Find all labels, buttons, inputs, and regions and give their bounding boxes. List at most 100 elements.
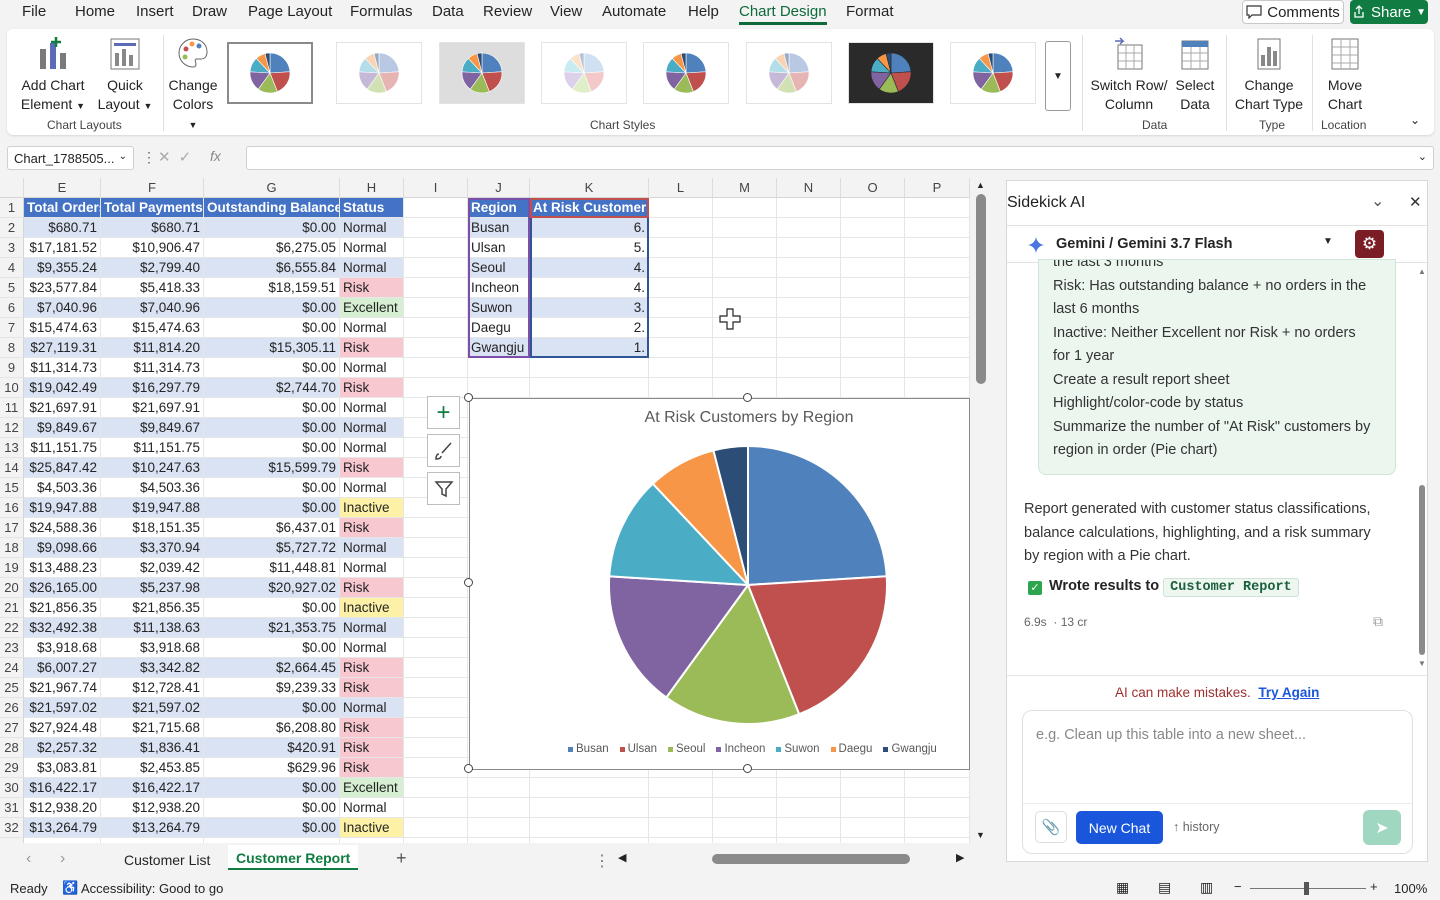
menu-page-layout[interactable]: Page Layout [248, 3, 332, 20]
legend-item-ulsan[interactable]: Ulsan [619, 743, 657, 755]
chart-elements-button[interactable]: + [427, 396, 460, 429]
status-cell[interactable]: Normal [340, 798, 404, 818]
row-header[interactable]: 13 [0, 438, 24, 458]
table-cell[interactable]: $12,938.20 [101, 798, 204, 818]
table-cell[interactable]: $18,151.35 [101, 518, 204, 538]
table-cell[interactable]: $4,503.36 [24, 478, 101, 498]
status-cell[interactable]: Inactive [340, 598, 404, 618]
chart-style-option[interactable] [950, 42, 1036, 104]
zoom-out-icon[interactable]: − [1234, 879, 1242, 894]
table-cell[interactable]: $7,040.96 [101, 298, 204, 318]
more-icon[interactable]: ⋮ [594, 851, 610, 871]
column-header-i[interactable]: I [404, 178, 468, 198]
column-header-e[interactable]: E [24, 178, 101, 198]
legend-item-gwangju[interactable]: Gwangju [883, 743, 937, 755]
status-cell[interactable]: Risk [340, 738, 404, 758]
risk-count-cell[interactable]: 4. [530, 258, 649, 278]
status-cell[interactable]: Normal [340, 258, 404, 278]
table-cell[interactable]: $13,488.23 [24, 558, 101, 578]
zoom-in-icon[interactable]: + [1370, 879, 1378, 894]
table-cell[interactable]: $20,927.02 [204, 578, 340, 598]
attach-icon[interactable]: 📎 [1035, 811, 1067, 843]
legend-item-suwon[interactable]: Suwon [776, 743, 820, 755]
risk-count-cell[interactable]: 6. [530, 218, 649, 238]
status-cell[interactable]: Normal [340, 318, 404, 338]
header-cell-h[interactable]: Status [340, 198, 404, 218]
table-cell[interactable]: $6,208.80 [204, 718, 340, 738]
region-cell[interactable]: Busan [468, 218, 530, 238]
table-cell[interactable]: $19,947.88 [24, 498, 101, 518]
row-header[interactable]: 11 [0, 398, 24, 418]
table-cell[interactable]: $21,597.02 [24, 698, 101, 718]
table-cell[interactable]: $11,314.73 [24, 358, 101, 378]
table-cell[interactable]: $7,040.96 [24, 298, 101, 318]
table-cell[interactable]: $0.00 [204, 218, 340, 238]
row-header[interactable]: 18 [0, 538, 24, 558]
vertical-scrollbar[interactable]: ▲ ▼ [970, 178, 992, 843]
status-cell[interactable]: Normal [340, 478, 404, 498]
table-cell[interactable]: $2,799.40 [101, 258, 204, 278]
status-cell[interactable]: Inactive [340, 818, 404, 838]
table-cell[interactable]: $27,924.48 [24, 718, 101, 738]
row-header[interactable]: 16 [0, 498, 24, 518]
menu-chart-design[interactable]: Chart Design [739, 3, 827, 20]
select-all-corner[interactable] [0, 178, 24, 198]
row-header[interactable]: 22 [0, 618, 24, 638]
gallery-more-button[interactable]: ▼ [1045, 41, 1071, 111]
table-cell[interactable]: $12,728.41 [101, 678, 204, 698]
table-cell[interactable]: $1,836.41 [101, 738, 204, 758]
status-cell[interactable]: Risk [340, 518, 404, 538]
select-data-button[interactable]: Select Data [1170, 35, 1220, 114]
switch-row-column-button[interactable]: Switch Row/ Column [1090, 35, 1168, 114]
table-cell[interactable]: $26,165.00 [24, 578, 101, 598]
scroll-up-icon[interactable]: ▲ [1418, 267, 1426, 276]
table-cell[interactable]: $13,264.79 [24, 818, 101, 838]
chart-style-option[interactable] [439, 42, 525, 104]
try-again-link[interactable]: Try Again [1258, 685, 1319, 700]
table-cell[interactable]: $19,042.49 [24, 378, 101, 398]
table-cell[interactable]: $0.00 [204, 298, 340, 318]
status-cell[interactable]: Normal [340, 538, 404, 558]
table-cell[interactable]: $9,849.67 [24, 418, 101, 438]
table-cell[interactable]: $19,947.88 [101, 498, 204, 518]
status-cell[interactable]: Normal [340, 438, 404, 458]
enter-icon[interactable]: ✓ [179, 149, 200, 166]
more-icon[interactable]: ⋮ [142, 149, 156, 166]
table-cell[interactable]: $3,370.94 [101, 538, 204, 558]
fx-label[interactable]: fx [210, 148, 221, 164]
header-cell-k[interactable]: At Risk Customers [530, 198, 649, 218]
table-cell[interactable]: $0.00 [204, 798, 340, 818]
status-cell[interactable]: Risk [340, 758, 404, 778]
send-button[interactable]: ➤ [1363, 810, 1401, 845]
column-header-o[interactable]: O [841, 178, 905, 198]
column-header-n[interactable]: N [777, 178, 841, 198]
accessibility-status[interactable]: Accessibility: Good to go [81, 881, 223, 896]
status-cell[interactable]: Normal [340, 618, 404, 638]
table-cell[interactable]: $6,275.05 [204, 238, 340, 258]
move-chart-button[interactable]: Move Chart [1317, 35, 1373, 114]
table-cell[interactable]: $0.00 [204, 358, 340, 378]
row-header[interactable]: 19 [0, 558, 24, 578]
table-cell[interactable]: $9,355.24 [24, 258, 101, 278]
table-cell[interactable]: $6,007.27 [24, 658, 101, 678]
row-header[interactable]: 12 [0, 418, 24, 438]
legend-item-daegu[interactable]: Daegu [830, 743, 872, 755]
menu-data[interactable]: Data [432, 3, 464, 20]
page-break-icon[interactable]: ▥ [1200, 879, 1213, 896]
row-header[interactable]: 1 [0, 198, 24, 218]
row-header[interactable]: 8 [0, 338, 24, 358]
resize-handle[interactable] [464, 764, 473, 773]
table-cell[interactable]: $15,599.79 [204, 458, 340, 478]
scroll-right-icon[interactable]: ▶ [956, 851, 964, 864]
table-cell[interactable]: $0.00 [204, 498, 340, 518]
status-cell[interactable]: Risk [340, 458, 404, 478]
row-header[interactable]: 4 [0, 258, 24, 278]
chart-style-option[interactable] [336, 42, 422, 104]
quick-layout-button[interactable]: Quick Layout ▼ [95, 35, 155, 116]
row-header[interactable]: 23 [0, 638, 24, 658]
table-cell[interactable]: $0.00 [204, 398, 340, 418]
menu-file[interactable]: File [22, 3, 46, 20]
row-header[interactable]: 28 [0, 738, 24, 758]
table-cell[interactable]: $11,151.75 [101, 438, 204, 458]
row-header[interactable]: 3 [0, 238, 24, 258]
